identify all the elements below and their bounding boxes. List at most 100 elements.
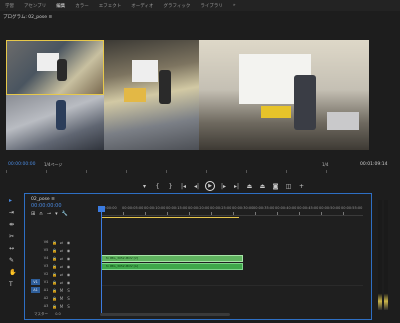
video-clip[interactable]: fx IMG_3052.MOV [V] (101, 255, 243, 262)
marker-icon[interactable]: ▾ (140, 183, 149, 190)
timeline-panel: 02_pose ≡ 00:00:00:00 ⊞ ∩ ⊸ ▾ 🔧 00:00:00… (24, 193, 372, 320)
lock-icon[interactable]: 🔒 (52, 272, 57, 277)
solo-icon[interactable]: S (66, 296, 71, 301)
hand-tool-icon[interactable]: ✋ (9, 269, 16, 276)
eye-icon[interactable]: ◉ (66, 240, 71, 245)
step-back-icon[interactable]: ◂| (192, 183, 201, 190)
lock-icon[interactable]: 🔒 (52, 288, 57, 293)
audio-meter (378, 200, 390, 310)
extract-icon[interactable]: ⏏ (258, 183, 267, 190)
lock-icon[interactable]: 🔒 (52, 264, 57, 269)
program-monitor-video[interactable] (6, 40, 369, 150)
track-header-v2[interactable]: V2 🔒 ⇌ ◉ (31, 270, 99, 278)
mute-icon[interactable]: M (59, 296, 64, 301)
tab-effects[interactable]: エフェクト (94, 3, 127, 9)
sequence-tab[interactable]: 02_pose ≡ (31, 197, 55, 202)
source-patch-v1[interactable]: V1 (31, 279, 40, 285)
ripple-edit-tool-icon[interactable]: ⇹ (9, 221, 16, 228)
timeline-ruler[interactable]: 00:00:00 00:00:05:00 00:00:10:00 00:00:1… (101, 206, 363, 216)
type-tool-icon[interactable]: T (9, 281, 16, 288)
tab-audio[interactable]: オーディオ (126, 3, 158, 9)
solo-icon[interactable]: S (66, 304, 71, 309)
go-to-out-icon[interactable]: ▸| (232, 183, 241, 190)
playhead-timecode[interactable]: 00:00:00:00 (8, 162, 35, 167)
tab-learn[interactable]: 学習 (0, 3, 19, 9)
monitor-scrub-bar[interactable] (6, 170, 369, 174)
presenter-figure (159, 70, 171, 104)
transport-controls: ▾ { } |◂ ◂| ▶ |▸ ▸| ⏏ ⏏ ◙ ◫ + (140, 181, 306, 191)
sync-icon[interactable]: ⇌ (59, 248, 64, 253)
track-select-tool-icon[interactable]: ⇥ (9, 209, 16, 216)
lock-icon[interactable]: 🔒 (52, 280, 57, 285)
sync-icon[interactable]: ⇌ (59, 272, 64, 277)
video-quadrant-right (199, 40, 369, 150)
lock-icon[interactable]: 🔒 (52, 240, 57, 245)
workspace-tabs: 学習 アセンブリ 編集 カラー エフェクト オーディオ グラフィック ライブラリ… (0, 0, 400, 11)
track-header-master[interactable]: マスター 0.0 (31, 310, 99, 318)
work-area-bar[interactable] (101, 217, 239, 218)
nest-icon[interactable]: ⊞ (31, 211, 35, 217)
go-to-in-icon[interactable]: |◂ (179, 183, 188, 190)
razor-tool-icon[interactable]: ✂ (9, 233, 16, 240)
tab-editing[interactable]: 編集 (51, 3, 70, 9)
solo-icon[interactable]: S (66, 288, 71, 293)
source-patch-a1[interactable]: A1 (31, 287, 40, 293)
track-header-v6[interactable]: V6 🔒 ⇌ ◉ (31, 238, 99, 246)
snap-icon[interactable]: ∩ (39, 211, 43, 217)
eye-icon[interactable]: ◉ (66, 248, 71, 253)
track-header-a2[interactable]: A2 🔒 M S (31, 294, 99, 302)
zoom-dropdown[interactable]: 1/4 (322, 162, 328, 167)
fit-dropdown[interactable]: 1/4ページ (44, 162, 62, 168)
audio-clip[interactable]: fx IMG_3052.MOV [A] (101, 263, 243, 270)
mute-icon[interactable]: M (59, 288, 64, 293)
tab-assembly[interactable]: アセンブリ (19, 3, 51, 9)
tab-libraries[interactable]: ライブラリ (195, 3, 228, 9)
sync-icon[interactable]: ⇌ (59, 256, 64, 261)
yellow-laptop (261, 106, 291, 118)
timeline-horizontal-scrollbar[interactable] (100, 313, 230, 316)
tab-color[interactable]: カラー (70, 3, 94, 9)
step-forward-icon[interactable]: |▸ (219, 183, 228, 190)
button-editor-icon[interactable]: + (297, 183, 306, 190)
track-header-v3[interactable]: V3 🔒 ⇌ ◉ (31, 262, 99, 270)
sync-icon[interactable]: ⇌ (59, 264, 64, 269)
tab-graphics[interactable]: グラフィック (158, 3, 195, 9)
slip-tool-icon[interactable]: ↔ (9, 245, 16, 252)
track-header-v5[interactable]: V5 🔒 ⇌ ◉ (31, 246, 99, 254)
add-marker-icon[interactable]: ▾ (55, 211, 58, 217)
program-monitor-tab[interactable]: プログラム: 02_pose ≡ (3, 14, 52, 20)
track-header-v4[interactable]: V4 🔒 ⇌ ◉ (31, 254, 99, 262)
pen-tool-icon[interactable]: ✎ (9, 257, 16, 264)
selection-tool-icon[interactable]: ▸ (9, 197, 16, 204)
lock-icon[interactable]: 🔒 (52, 304, 57, 309)
track-header-a3[interactable]: A3 🔒 M S (31, 302, 99, 310)
lift-icon[interactable]: ⏏ (245, 183, 254, 190)
timeline-timecode[interactable]: 00:00:00:00 (31, 203, 62, 209)
track-header-v1[interactable]: V1 V1 🔒 ⇌ ◉ (31, 278, 99, 286)
track-header-a1[interactable]: A1 A1 🔒 M S (31, 286, 99, 294)
more-tabs-button[interactable]: » (228, 3, 241, 8)
linked-selection-icon[interactable]: ⊸ (47, 211, 51, 217)
compare-icon[interactable]: ◫ (284, 183, 293, 190)
eye-icon[interactable]: ◉ (66, 272, 71, 277)
eye-icon[interactable]: ◉ (66, 256, 71, 261)
sync-icon[interactable]: ⇌ (59, 240, 64, 245)
video-quadrant-top-left (6, 40, 104, 95)
playhead-line[interactable] (101, 206, 102, 316)
duration-timecode: 00:01:09:14 (360, 162, 388, 167)
lock-icon[interactable]: 🔒 (52, 248, 57, 253)
lock-icon[interactable]: 🔒 (52, 296, 57, 301)
lock-icon[interactable]: 🔒 (52, 256, 57, 261)
play-icon[interactable]: ▶ (205, 181, 215, 191)
audio-meter-left (378, 200, 382, 310)
out-point-icon[interactable]: } (166, 183, 175, 190)
eye-icon[interactable]: ◉ (66, 280, 71, 285)
settings-icon[interactable]: 🔧 (62, 211, 68, 217)
sync-icon[interactable]: ⇌ (59, 280, 64, 285)
in-point-icon[interactable]: { (153, 183, 162, 190)
eye-icon[interactable]: ◉ (66, 264, 71, 269)
video-quadrant-bottom-left (6, 95, 104, 150)
presenter-figure (57, 59, 67, 81)
export-frame-icon[interactable]: ◙ (271, 183, 280, 190)
mute-icon[interactable]: M (59, 304, 64, 309)
